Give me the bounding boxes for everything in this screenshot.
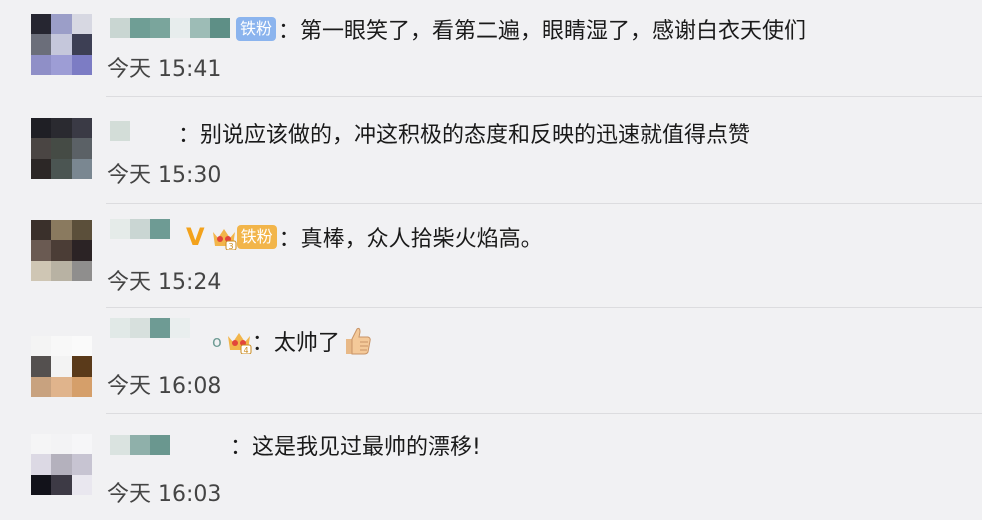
comment-item: V 3 铁粉 ： 真棒，众人拾柴火焰高。 今天 15:24 <box>0 208 982 312</box>
avatar[interactable] <box>31 220 92 281</box>
separator: ： <box>178 123 201 148</box>
username[interactable] <box>110 318 190 338</box>
separator: ： <box>278 19 301 44</box>
avatar[interactable] <box>31 336 92 397</box>
comment-text: 太帅了 <box>273 331 340 356</box>
comment-item: ： 这是我见过最帅的漂移! 今天 16:03 <box>0 416 982 520</box>
comment-text: 第一眼笑了，看第二遍，眼睛湿了，感谢白衣天使们 <box>300 19 807 44</box>
timestamp: 今天 15:30 <box>107 163 222 188</box>
avatar[interactable] <box>31 14 92 75</box>
timestamp: 今天 16:03 <box>107 482 222 507</box>
comment-list: 铁粉 ： 第一眼笑了，看第二遍，眼睛湿了，感谢白衣天使们 今天 15:41 ： … <box>0 0 982 516</box>
timestamp: 今天 16:08 <box>107 374 222 399</box>
username[interactable] <box>110 121 170 141</box>
comment-item: 铁粉 ： 第一眼笑了，看第二遍，眼睛湿了，感谢白衣天使们 今天 15:41 <box>0 0 982 104</box>
crown-level: 3 <box>228 242 233 250</box>
comment-body: 铁粉 ： 第一眼笑了，看第二遍，眼睛湿了，感谢白衣天使们 <box>236 12 806 46</box>
username[interactable] <box>110 219 170 239</box>
timestamp: 今天 15:24 <box>107 270 222 295</box>
divider <box>106 203 982 204</box>
avatar[interactable] <box>31 118 92 179</box>
divider <box>106 413 982 414</box>
comment-text: 这是我见过最帅的漂移! <box>252 435 481 460</box>
separator: ： <box>251 331 274 356</box>
comment-body: o 4 ： 太帅了 <box>212 324 374 358</box>
fan-badge[interactable]: 铁粉 <box>236 225 277 249</box>
comment-item: o 4 ： 太帅了 今天 16:08 <box>0 312 982 416</box>
username[interactable] <box>110 435 170 455</box>
comment-body: ： 别说应该做的，冲这积极的态度和反映的迅速就值得点赞 <box>178 116 750 150</box>
crown-level: 4 <box>243 346 248 354</box>
comment-item: ： 别说应该做的，冲这积极的态度和反映的迅速就值得点赞 今天 15:30 <box>0 104 982 208</box>
divider <box>106 96 982 97</box>
avatar[interactable] <box>31 434 92 495</box>
vip-badge[interactable]: V <box>186 223 205 251</box>
separator: ： <box>278 227 301 252</box>
separator: ： <box>230 435 253 460</box>
crown-icon[interactable]: 4 <box>226 328 252 355</box>
comment-text: 别说应该做的，冲这积极的态度和反映的迅速就值得点赞 <box>200 123 751 148</box>
comment-body: ： 这是我见过最帅的漂移! <box>230 428 481 462</box>
username[interactable] <box>110 18 230 38</box>
comment-body: V 3 铁粉 ： 真棒，众人拾柴火焰高。 <box>186 220 543 254</box>
timestamp: 今天 15:41 <box>107 57 222 82</box>
thumbs-up-icon <box>340 324 374 358</box>
comment-text: 真棒，众人拾柴火焰高。 <box>300 227 543 252</box>
username-tail[interactable]: o <box>212 332 222 351</box>
fan-badge[interactable]: 铁粉 <box>236 17 277 41</box>
crown-icon[interactable]: 3 <box>211 224 237 251</box>
divider <box>106 307 982 308</box>
